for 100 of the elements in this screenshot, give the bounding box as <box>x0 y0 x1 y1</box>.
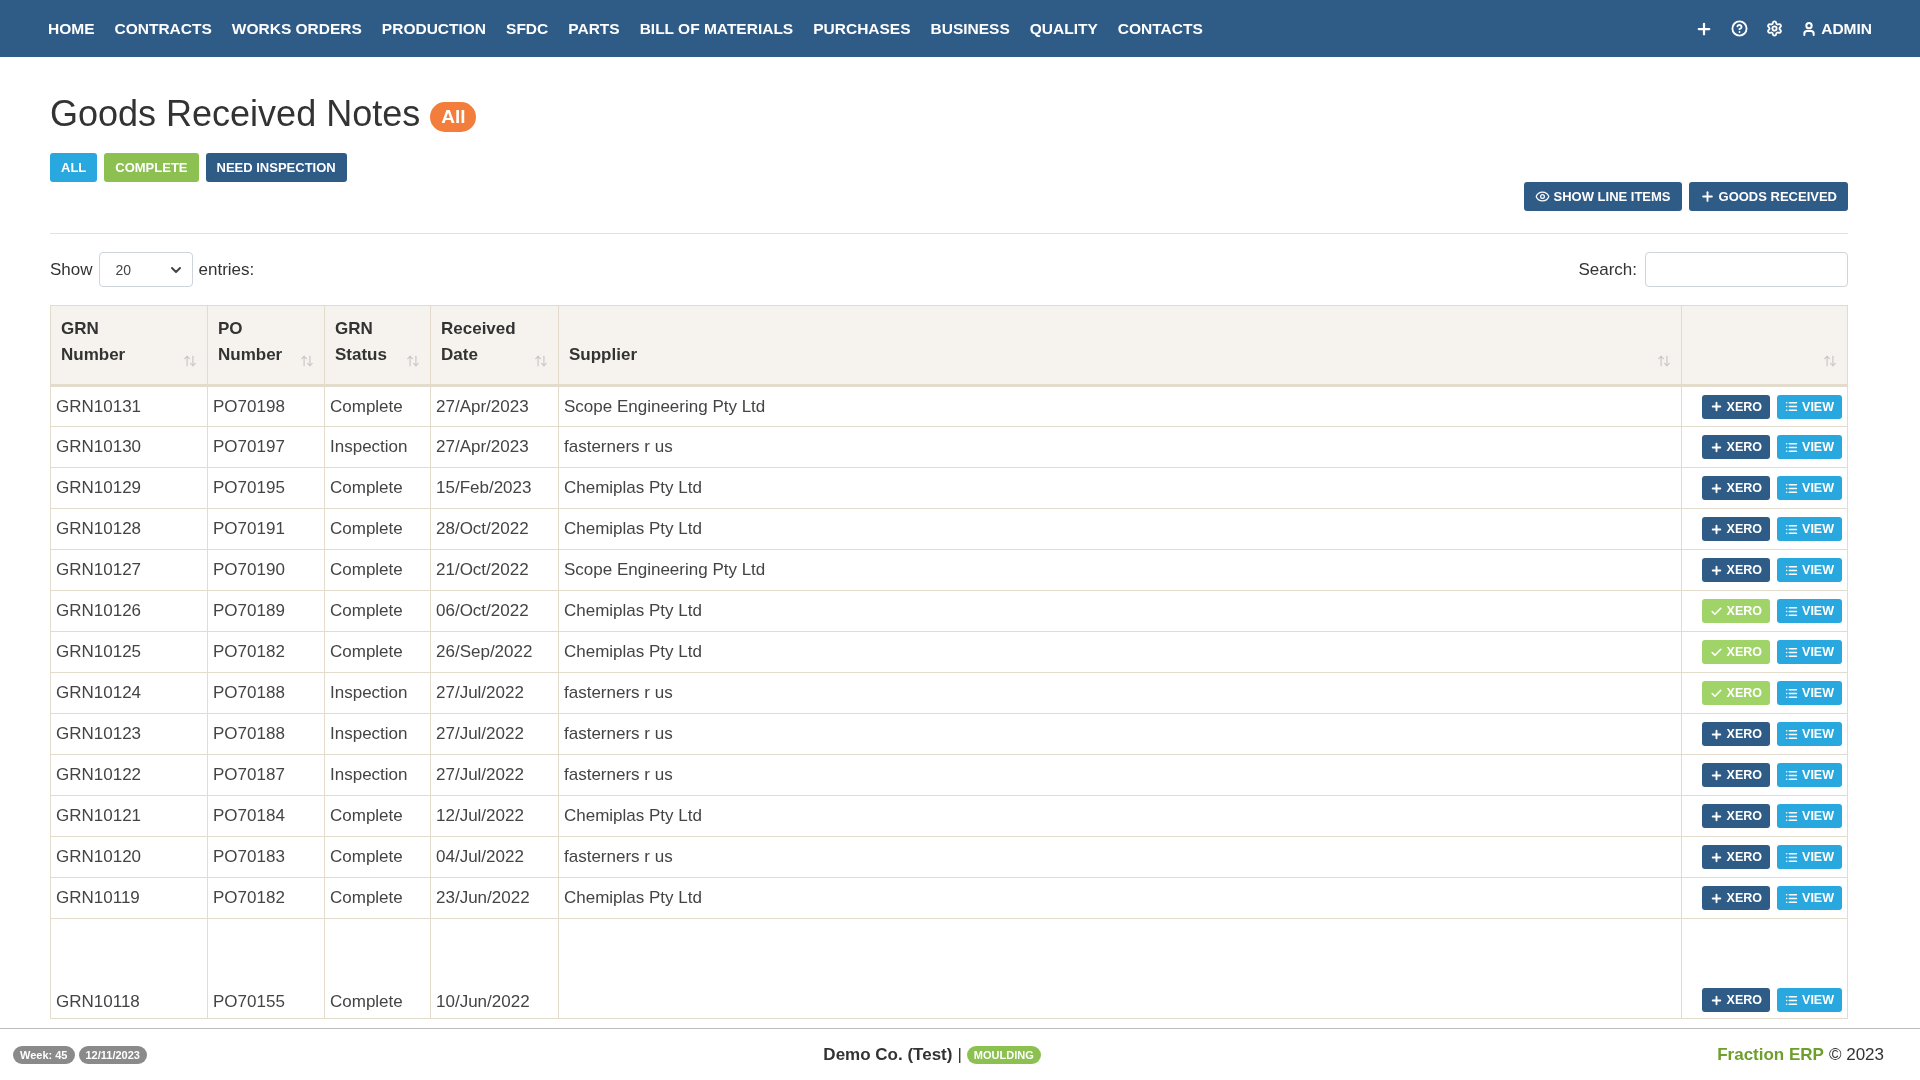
separator-text: | <box>957 1044 962 1065</box>
sort-icon[interactable] <box>1823 354 1837 368</box>
table-cell: 27/Apr/2023 <box>436 437 529 456</box>
table-cell: 27/Jul/2022 <box>436 724 524 743</box>
nav-link[interactable]: QUALITY <box>1019 19 1108 38</box>
table-cell: Complete <box>330 560 403 579</box>
table-cell: Complete <box>330 806 403 825</box>
nav-link[interactable]: HOME <box>38 19 105 38</box>
xero-button[interactable]: XERO <box>1701 804 1771 828</box>
table-cell: PO70155 <box>213 992 285 1011</box>
list-icon <box>1785 440 1799 454</box>
plus-icon <box>1709 440 1723 454</box>
table-cell: GRN10130 <box>56 437 142 456</box>
list-icon <box>1785 400 1799 413</box>
check-icon <box>1709 645 1723 659</box>
sort-icon[interactable] <box>300 354 314 368</box>
table-cell: 28/Oct/2022 <box>436 519 529 538</box>
list-icon <box>1785 727 1799 741</box>
sort-icon[interactable] <box>183 354 197 368</box>
nav-link[interactable]: CONTRACTS <box>104 19 222 38</box>
xero-button[interactable]: XERO <box>1701 763 1771 787</box>
sort-icon[interactable] <box>406 354 420 368</box>
xero-button[interactable]: XERO <box>1701 988 1771 1012</box>
eye-icon <box>1534 189 1550 204</box>
table-cell: 27/Apr/2023 <box>436 396 529 416</box>
table-cell: GRN10119 <box>56 888 140 907</box>
table-cell: fasterners r us <box>564 847 673 866</box>
sort-icon[interactable] <box>1657 354 1671 368</box>
nav-link[interactable]: SFDC <box>496 19 559 38</box>
table-cell: PO70187 <box>213 765 285 784</box>
nav-link[interactable]: BUSINESS <box>920 19 1020 38</box>
user-menu[interactable]: ADMIN <box>1801 19 1872 38</box>
table-cell: 10/Jun/2022 <box>436 992 530 1011</box>
search-field[interactable] <box>1645 252 1848 287</box>
nav-link[interactable]: PARTS <box>558 19 630 38</box>
table-cell: Inspection <box>330 765 408 784</box>
table-cell: 06/Oct/2022 <box>436 601 529 620</box>
page-title: Goods Received Notes <box>50 93 421 135</box>
xero-button[interactable]: XERO <box>1701 394 1771 419</box>
action-button[interactable]: GOODS RECEIVED <box>1688 182 1848 211</box>
table-cell: fasterners r us <box>564 437 673 456</box>
brand-name: Fraction ERP <box>1717 1044 1824 1065</box>
xero-button[interactable]: XERO <box>1701 558 1771 582</box>
date-badge: 12/11/2023 <box>78 1045 147 1064</box>
list-icon <box>1785 768 1799 782</box>
plus-icon <box>1709 993 1723 1007</box>
nav-link[interactable]: BILL OF MATERIALS <box>629 19 804 38</box>
plus-icon <box>1709 809 1723 823</box>
list-icon <box>1785 645 1799 659</box>
filter-button[interactable]: NEED INSPECTION <box>205 153 347 182</box>
xero-button[interactable]: XERO <box>1701 886 1771 910</box>
table-cell: GRN10122 <box>56 765 142 784</box>
copyright-text: © 2023 <box>1828 1044 1884 1065</box>
table-cell: PO70189 <box>213 601 285 620</box>
sort-icon[interactable] <box>534 354 548 368</box>
table-cell: Complete <box>330 992 403 1011</box>
action-button[interactable]: SHOW LINE ITEMS <box>1523 182 1682 211</box>
show-label: Show <box>50 259 93 280</box>
xero-button[interactable]: XERO <box>1701 845 1771 869</box>
table-cell: 27/Jul/2022 <box>436 683 524 702</box>
table-cell: 23/Jun/2022 <box>436 888 530 907</box>
plus-icon <box>1709 768 1723 782</box>
table-cell: 21/Oct/2022 <box>436 560 529 579</box>
nav-link[interactable]: PURCHASES <box>803 19 921 38</box>
table-cell: Chemiplas Pty Ltd <box>564 888 702 907</box>
module-badge: MOULDING <box>966 1045 1041 1064</box>
table-cell: GRN10131 <box>56 396 142 416</box>
plus-icon <box>1709 481 1723 495</box>
nav-link[interactable]: WORKS ORDERS <box>221 19 372 38</box>
plus-icon <box>1709 891 1723 905</box>
xero-button[interactable]: XERO <box>1701 517 1771 541</box>
plus-icon <box>1699 189 1715 204</box>
xero-button[interactable]: XERO <box>1701 722 1771 746</box>
table-cell: 15/Feb/2023 <box>436 478 532 497</box>
settings-icon[interactable] <box>1766 20 1784 37</box>
table-cell: PO70190 <box>213 560 285 579</box>
entries-select[interactable]: 20 <box>98 252 193 287</box>
table-cell: Complete <box>330 601 403 620</box>
table-cell: Scope Engineering Pty Ltd <box>564 396 766 416</box>
table-cell: PO70182 <box>213 642 285 661</box>
check-icon <box>1709 604 1723 618</box>
plus-icon <box>1709 850 1723 864</box>
table-cell: GRN10123 <box>56 724 142 743</box>
table-cell: GRN10124 <box>56 683 142 702</box>
company-name: Demo Co. (Test) <box>823 1044 953 1065</box>
list-icon <box>1785 563 1799 577</box>
column-header[interactable]: Supplier <box>569 342 637 368</box>
list-icon <box>1785 604 1799 618</box>
table-cell: Chemiplas Pty Ltd <box>564 519 702 538</box>
table-cell: PO70198 <box>213 396 285 416</box>
table-cell: Chemiplas Pty Ltd <box>564 478 702 497</box>
table-cell: GRN10129 <box>56 478 142 497</box>
xero-button[interactable]: XERO <box>1701 476 1771 500</box>
xero-button[interactable]: XERO <box>1701 435 1771 459</box>
help-icon[interactable] <box>1731 20 1749 37</box>
nav-link[interactable]: CONTACTS <box>1107 19 1213 38</box>
table-cell: GRN10125 <box>56 642 142 661</box>
check-icon <box>1709 686 1723 700</box>
table-cell: fasterners r us <box>564 724 673 743</box>
nav-link[interactable]: PRODUCTION <box>371 19 497 38</box>
